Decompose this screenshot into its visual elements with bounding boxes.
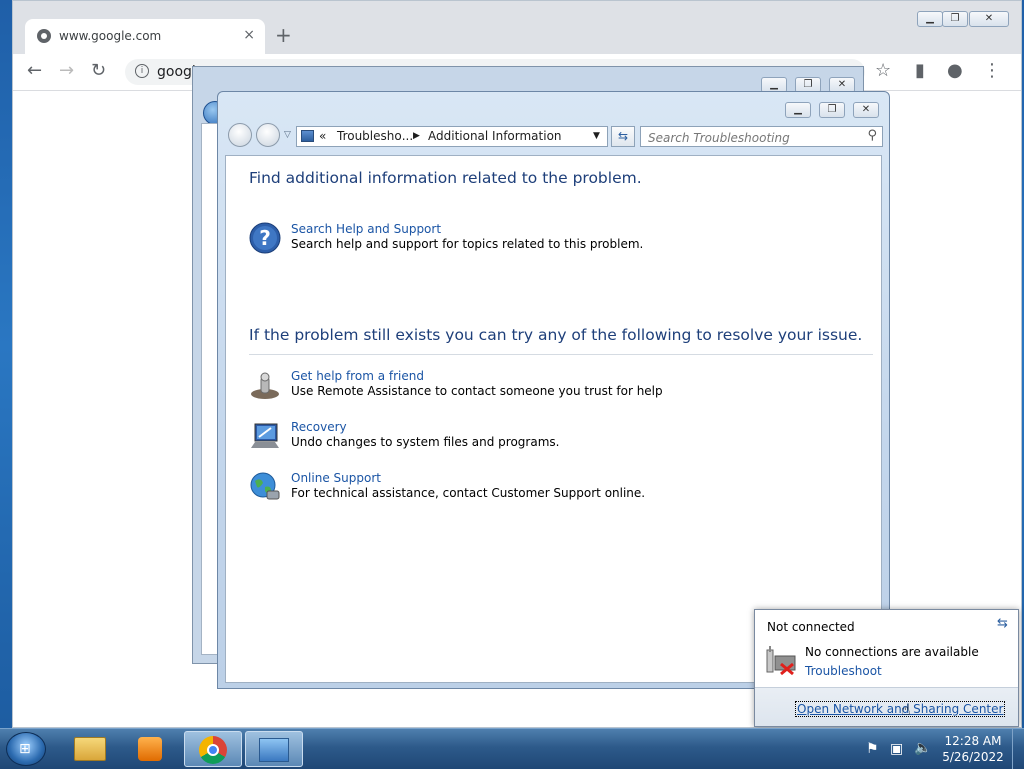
item-description: Use Remote Assistance to contact someone… <box>291 384 663 398</box>
close-button[interactable]: ✕ <box>853 102 879 118</box>
reload-icon[interactable]: ↻ <box>91 60 106 82</box>
search-icon[interactable]: ⚲ <box>867 128 877 143</box>
taskbar-chrome[interactable] <box>184 731 242 767</box>
content-pane: Find additional information related to t… <box>225 155 882 683</box>
item-description: Undo changes to system files and program… <box>291 435 560 449</box>
tab-title: www.google.com <box>59 29 162 43</box>
maximize-button[interactable]: ❐ <box>819 102 845 118</box>
star-icon[interactable]: ☆ <box>875 60 891 82</box>
minimize-button[interactable]: ▁ <box>917 11 943 27</box>
back-button[interactable] <box>228 123 252 147</box>
recent-pages-icon[interactable]: ▽ <box>284 130 291 140</box>
network-disconnected-icon <box>766 646 796 676</box>
forward-arrow-icon[interactable]: → <box>59 60 74 82</box>
chevron-down-icon[interactable]: ▼ <box>593 131 600 141</box>
svg-text:?: ? <box>259 226 271 250</box>
flyout-footer: Open Network and Sharing Center ☝ <box>755 687 1018 726</box>
action-center-flag-icon[interactable]: ⚑ <box>866 741 879 757</box>
flyout-title: Not connected <box>767 620 855 634</box>
folder-icon <box>74 737 106 761</box>
taskbar-media-player[interactable] <box>122 731 180 767</box>
minimize-button[interactable]: ▁ <box>785 102 811 118</box>
network-tray-icon[interactable]: ▣ <box>890 741 903 757</box>
url-text: googl <box>157 64 196 80</box>
tab-strip: www.google.com × + ▁ ❐ ✕ <box>13 1 1021 54</box>
globe-icon <box>250 472 280 500</box>
troubleshoot-link[interactable]: Troubleshoot <box>805 664 882 678</box>
media-player-icon <box>138 737 162 761</box>
control-panel-icon <box>301 130 314 142</box>
search-box[interactable]: ⚲ <box>640 126 883 148</box>
divider <box>249 354 873 355</box>
troubleshooting-window: ▁ ❐ ✕ ▽ « Troubleshо... ▶ Additional Inf… <box>217 91 890 689</box>
breadcrumb-current[interactable]: Additional Information <box>428 129 562 143</box>
connection-status: No connections are available <box>805 645 979 659</box>
globe-icon <box>37 29 51 43</box>
taskbar-explorer[interactable] <box>62 731 120 767</box>
control-panel-icon <box>259 738 289 762</box>
close-button[interactable]: ✕ <box>969 11 1009 27</box>
profile-icon[interactable]: ● <box>947 60 963 82</box>
breadcrumb-prefix[interactable]: « <box>319 129 326 143</box>
breadcrumb-separator-icon[interactable]: ▶ <box>413 131 420 141</box>
refresh-icon[interactable]: ⇆ <box>997 616 1008 631</box>
windows-logo-icon: ⊞ <box>19 741 31 757</box>
volume-icon[interactable]: 🔈 <box>914 740 931 756</box>
address-bar[interactable]: « Troubleshо... ▶ Additional Information… <box>296 126 608 147</box>
hand-cursor-icon: ☝ <box>901 700 911 719</box>
search-input[interactable] <box>646 128 860 148</box>
remote-assistance-icon <box>251 372 279 399</box>
maximize-button[interactable]: ❐ <box>942 11 968 27</box>
info-icon[interactable]: i <box>135 64 149 78</box>
forward-button[interactable] <box>256 123 280 147</box>
system-clock[interactable]: 12:28 AM 5/26/2022 <box>940 733 1006 765</box>
item-description: For technical assistance, contact Custom… <box>291 486 646 500</box>
search-help-support-link[interactable]: Search Help and Support <box>291 222 441 236</box>
start-button[interactable]: ⊞ <box>6 732 46 766</box>
recovery-icon <box>251 423 279 448</box>
tab-close-icon[interactable]: × <box>243 27 255 43</box>
back-arrow-icon[interactable]: ← <box>27 60 42 82</box>
side-panel-icon[interactable]: ▮ <box>915 60 925 82</box>
show-desktop-button[interactable] <box>1012 729 1024 769</box>
clock-time: 12:28 AM <box>944 734 1002 748</box>
refresh-button[interactable]: ⇆ <box>611 126 635 147</box>
refresh-icon: ⇆ <box>617 129 629 143</box>
taskbar: ⊞ ⚑ ▣ 🔈 12:28 AM 5/26/2022 <box>0 728 1024 769</box>
page-heading: Find additional information related to t… <box>249 169 642 187</box>
browser-tab[interactable]: www.google.com × <box>25 19 265 54</box>
network-flyout: Not connected ⇆ No connections are avail… <box>754 609 1019 727</box>
new-tab-button[interactable]: + <box>275 25 292 45</box>
get-help-friend-link[interactable]: Get help from a friend <box>291 369 424 383</box>
clock-date: 5/26/2022 <box>942 750 1004 764</box>
menu-icon[interactable]: ⋮ <box>983 60 1001 82</box>
item-description: Search help and support for topics relat… <box>291 237 644 251</box>
section-heading: If the problem still exists you can try … <box>249 326 863 344</box>
online-support-link[interactable]: Online Support <box>291 471 381 485</box>
help-icon: ? <box>249 222 281 254</box>
taskbar-control-panel[interactable] <box>245 731 303 767</box>
breadcrumb-parent[interactable]: Troubleshо... <box>337 129 413 143</box>
recovery-link[interactable]: Recovery <box>291 420 347 434</box>
chrome-icon <box>199 736 227 764</box>
